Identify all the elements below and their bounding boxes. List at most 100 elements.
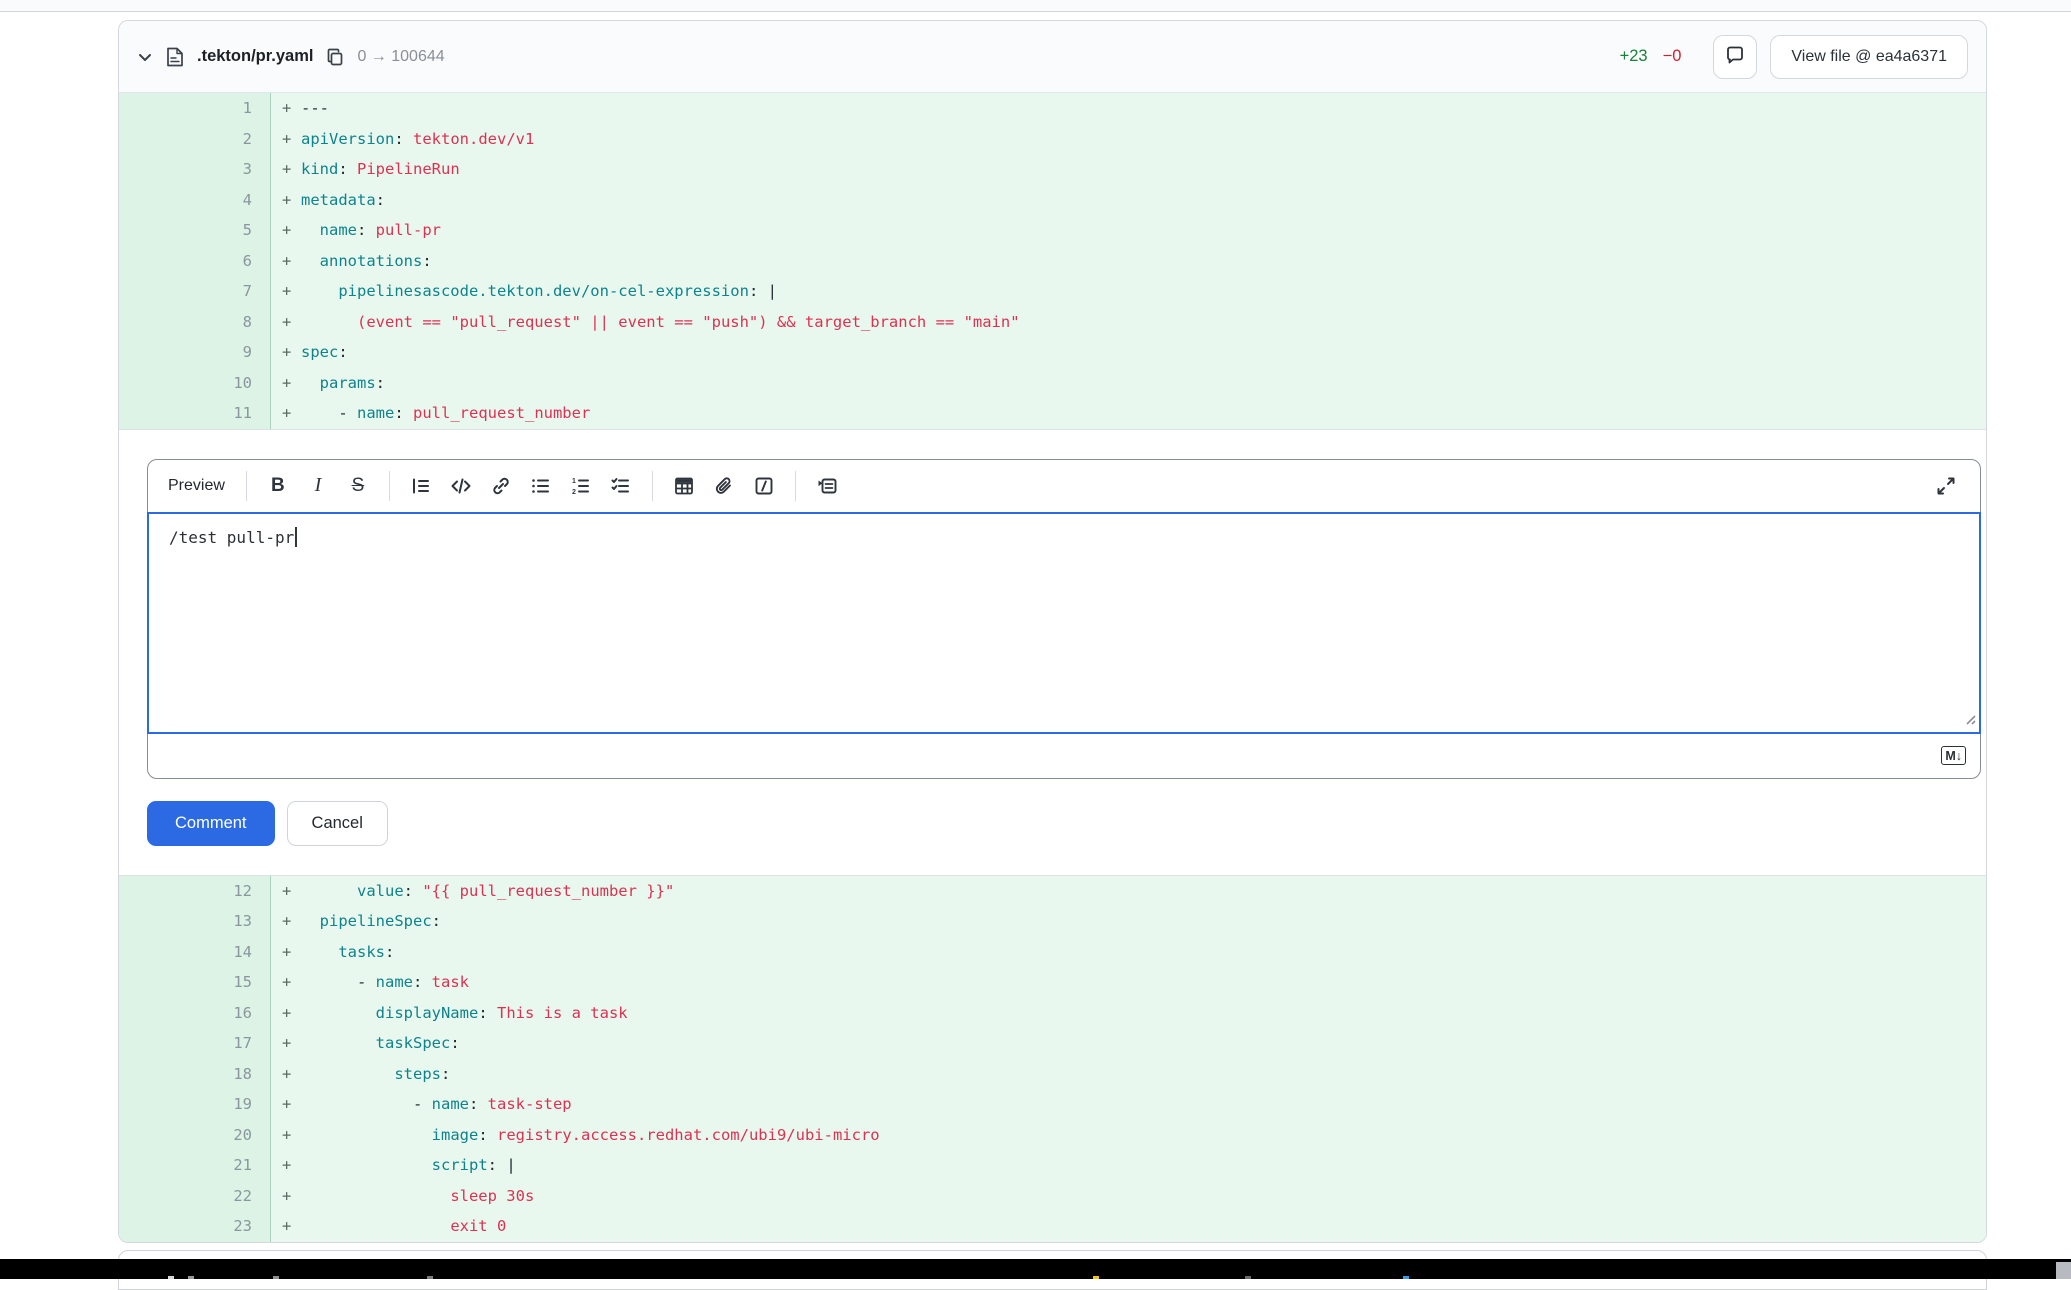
- file-mode-change: 0 → 100644: [357, 48, 444, 66]
- unordered-list-icon[interactable]: [523, 468, 559, 504]
- view-file-button[interactable]: View file @ ea4a6371: [1770, 35, 1968, 79]
- addition-marker: +: [271, 967, 301, 998]
- task-list-icon[interactable]: [603, 468, 639, 504]
- additions-count: +23: [1620, 47, 1648, 66]
- line-number[interactable]: 5: [119, 215, 271, 246]
- diff-code: + steps:: [271, 1059, 1986, 1090]
- addition-marker: +: [271, 398, 301, 429]
- diff-line: 1+---: [119, 93, 1986, 124]
- svg-text:2: 2: [572, 489, 576, 496]
- diff-line: 21+ script: |: [119, 1150, 1986, 1181]
- tab-preview[interactable]: Preview: [164, 477, 233, 495]
- line-number[interactable]: 8: [119, 307, 271, 338]
- diff-code: + image: registry.access.redhat.com/ubi9…: [271, 1120, 1986, 1151]
- markdown-editor: Preview B I S 12: [147, 459, 1981, 779]
- comment-button[interactable]: Comment: [147, 801, 275, 846]
- diff-line: 12+ value: "{{ pull_request_number }}": [119, 876, 1986, 907]
- diff-code: +apiVersion: tekton.dev/v1: [271, 124, 1986, 155]
- deletions-count: −0: [1663, 47, 1682, 66]
- toggle-file-comments-button[interactable]: [1713, 35, 1757, 79]
- cancel-button[interactable]: Cancel: [287, 801, 388, 846]
- attachment-icon[interactable]: [706, 468, 742, 504]
- italic-icon[interactable]: I: [300, 468, 336, 504]
- comment-bubble-icon: [1725, 45, 1745, 68]
- comment-textarea[interactable]: /test pull-pr: [147, 512, 1981, 734]
- diff-code: + exit 0: [271, 1211, 1986, 1242]
- line-number[interactable]: 11: [119, 398, 271, 429]
- strikethrough-icon[interactable]: S: [340, 468, 376, 504]
- diff-code: +spec:: [271, 337, 1986, 368]
- link-icon[interactable]: [483, 468, 519, 504]
- markdown-supported-icon[interactable]: M↓: [1941, 746, 1966, 765]
- line-number[interactable]: 12: [119, 876, 271, 907]
- line-number[interactable]: 7: [119, 276, 271, 307]
- toolbar-divider: [652, 471, 653, 501]
- file-name[interactable]: .tekton/pr.yaml: [197, 47, 313, 66]
- diff-code: + pipelinesascode.tekton.dev/on-cel-expr…: [271, 276, 1986, 307]
- addition-marker: +: [271, 1120, 301, 1151]
- copy-path-button[interactable]: [326, 48, 344, 66]
- line-number[interactable]: 3: [119, 154, 271, 185]
- diff-line: 15+ - name: task: [119, 967, 1986, 998]
- addition-marker: +: [271, 154, 301, 185]
- scrollbar-thumb[interactable]: [2056, 1262, 2071, 1279]
- diff-line: 2+apiVersion: tekton.dev/v1: [119, 124, 1986, 155]
- addition-marker: +: [271, 937, 301, 968]
- diff-code: + script: |: [271, 1150, 1986, 1181]
- diff-code: + value: "{{ pull_request_number }}": [271, 876, 1986, 907]
- diff-line: 3+kind: PipelineRun: [119, 154, 1986, 185]
- diff-line: 20+ image: registry.access.redhat.com/ub…: [119, 1120, 1986, 1151]
- line-number[interactable]: 20: [119, 1120, 271, 1151]
- line-number[interactable]: 2: [119, 124, 271, 155]
- diff-code: + annotations:: [271, 246, 1986, 277]
- expand-editor-icon[interactable]: [1928, 468, 1964, 504]
- switch-editor-icon[interactable]: [809, 468, 845, 504]
- diff-line: 8+ (event == "pull_request" || event == …: [119, 307, 1986, 338]
- addition-marker: +: [271, 124, 301, 155]
- line-number[interactable]: 4: [119, 185, 271, 216]
- collapse-file-button[interactable]: [137, 49, 153, 65]
- diff-code: + - name: task: [271, 967, 1986, 998]
- line-number[interactable]: 23: [119, 1211, 271, 1242]
- taskbar[interactable]: [0, 1259, 2071, 1279]
- line-number[interactable]: 21: [119, 1150, 271, 1181]
- diff-line: 16+ displayName: This is a task: [119, 998, 1986, 1029]
- editor-footer: M↓: [148, 734, 1980, 778]
- addition-marker: +: [271, 876, 301, 907]
- diff-code: + name: pull-pr: [271, 215, 1986, 246]
- line-number[interactable]: 15: [119, 967, 271, 998]
- diff-line: 14+ tasks:: [119, 937, 1986, 968]
- line-number[interactable]: 17: [119, 1028, 271, 1059]
- diff-code: +---: [271, 93, 1986, 124]
- line-number[interactable]: 18: [119, 1059, 271, 1090]
- diff-code: + - name: task-step: [271, 1089, 1986, 1120]
- diff-code: + (event == "pull_request" || event == "…: [271, 307, 1986, 338]
- ordered-list-icon[interactable]: 12: [563, 468, 599, 504]
- table-icon[interactable]: [666, 468, 702, 504]
- line-number[interactable]: 6: [119, 246, 271, 277]
- line-number[interactable]: 22: [119, 1181, 271, 1212]
- bold-icon[interactable]: B: [260, 468, 296, 504]
- square-slash-icon[interactable]: [746, 468, 782, 504]
- addition-marker: +: [271, 1028, 301, 1059]
- addition-marker: +: [271, 1089, 301, 1120]
- line-number[interactable]: 1: [119, 93, 271, 124]
- diff-part-1: 1+---2+apiVersion: tekton.dev/v13+kind: …: [119, 93, 1986, 429]
- toolbar-divider: [795, 471, 796, 501]
- line-number[interactable]: 19: [119, 1089, 271, 1120]
- heading-icon[interactable]: [403, 468, 439, 504]
- addition-marker: +: [271, 185, 301, 216]
- resize-handle-icon[interactable]: [1962, 711, 1976, 730]
- addition-marker: +: [271, 93, 301, 124]
- diff-line: 13+ pipelineSpec:: [119, 906, 1986, 937]
- diff-code: + params:: [271, 368, 1986, 399]
- line-number[interactable]: 10: [119, 368, 271, 399]
- line-number[interactable]: 9: [119, 337, 271, 368]
- diff-code: + pipelineSpec:: [271, 906, 1986, 937]
- line-number[interactable]: 13: [119, 906, 271, 937]
- diff-code: + - name: pull_request_number: [271, 398, 1986, 429]
- code-icon[interactable]: [443, 468, 479, 504]
- line-number[interactable]: 16: [119, 998, 271, 1029]
- line-number[interactable]: 14: [119, 937, 271, 968]
- addition-marker: +: [271, 998, 301, 1029]
